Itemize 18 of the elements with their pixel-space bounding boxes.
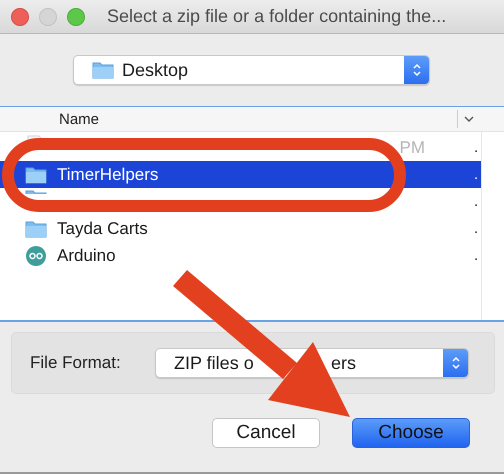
folder-icon xyxy=(92,61,114,79)
cancel-button[interactable]: Cancel xyxy=(212,418,320,448)
stepper-icon xyxy=(443,349,468,377)
folder-icon xyxy=(25,220,47,238)
app-icon xyxy=(25,244,47,266)
zoom-button[interactable] xyxy=(67,8,85,26)
file-format-label: File Format: xyxy=(30,353,122,373)
window-title: Select a zip file or a folder containing the... xyxy=(107,6,446,27)
choose-button[interactable]: Choose xyxy=(352,418,470,448)
file-row[interactable]: Arduino . xyxy=(0,242,481,269)
close-button[interactable] xyxy=(11,8,29,26)
file-row[interactable]: TimerHelpers . xyxy=(0,161,481,188)
chevron-icon[interactable] xyxy=(464,115,474,123)
folder-icon xyxy=(25,166,47,184)
stepper-icon xyxy=(404,56,429,84)
file-row[interactable]: Tayda Carts . xyxy=(0,215,481,242)
file-row[interactable]: . xyxy=(0,188,481,215)
location-dropdown[interactable]: Desktop xyxy=(73,55,430,85)
